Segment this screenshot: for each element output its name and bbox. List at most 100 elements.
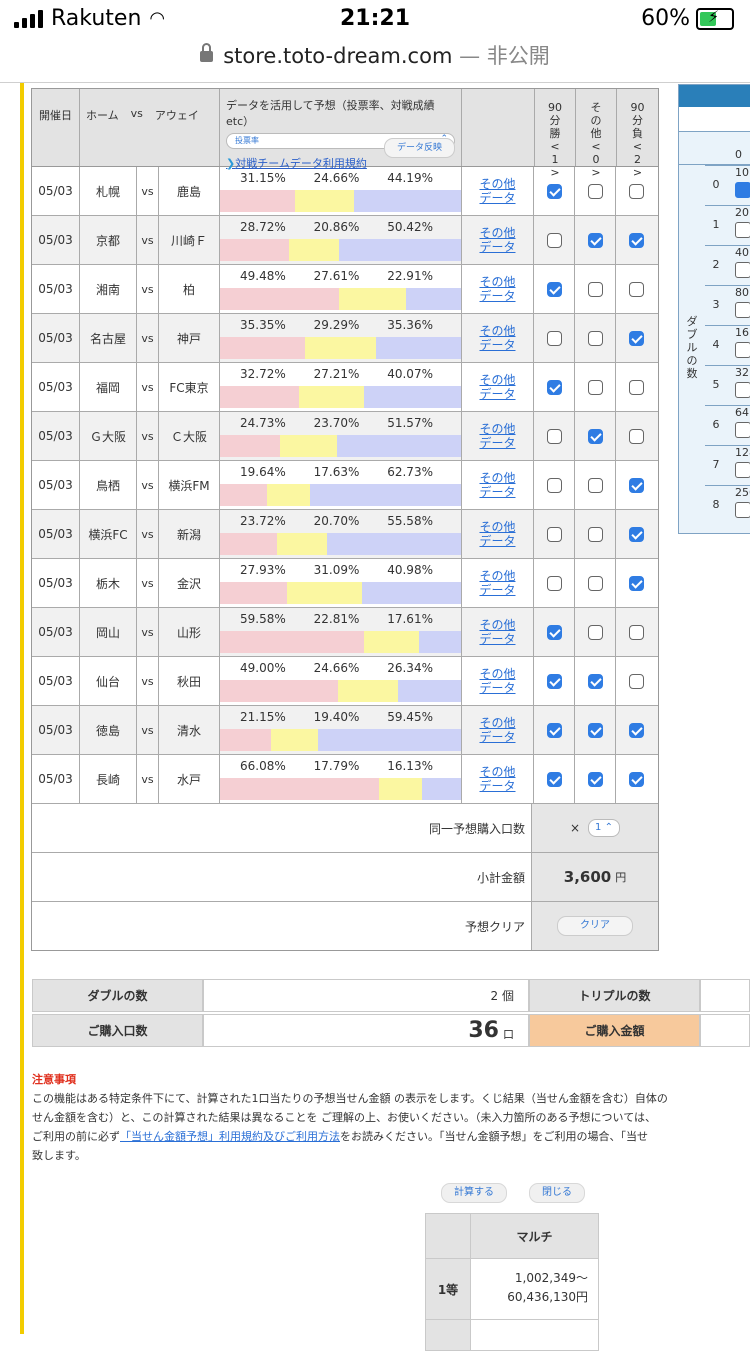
other-data-link[interactable]: その他データ — [462, 559, 534, 607]
url-bar[interactable]: store.toto-dream.com — 非公開 — [0, 40, 750, 70]
pick-other-cell — [575, 363, 616, 411]
pick-lose-cell — [616, 363, 657, 411]
vote-rate-bar — [220, 484, 461, 506]
pick-other-cell — [575, 265, 616, 313]
double-count-checkbox[interactable] — [735, 382, 750, 398]
pick-win-checkbox[interactable] — [546, 526, 562, 542]
pick-win-checkbox[interactable] — [546, 624, 562, 640]
pick-win-checkbox[interactable] — [546, 771, 562, 787]
pick-win-checkbox[interactable] — [546, 379, 562, 395]
pick-lose-checkbox[interactable] — [629, 330, 644, 346]
battery-icon: ⚡ — [696, 7, 734, 30]
pick-lose-checkbox[interactable] — [629, 575, 644, 591]
home-win-rate: 28.72% — [240, 220, 286, 234]
double-count-units: 32 — [735, 366, 749, 379]
pick-win-cell — [534, 265, 575, 313]
pick-win-checkbox[interactable] — [546, 281, 562, 297]
double-count-checkbox[interactable] — [735, 182, 750, 198]
double-count-units: 80 — [735, 286, 749, 299]
match-date: 05/03 — [32, 412, 80, 460]
double-count-checkbox[interactable] — [735, 422, 750, 438]
away-win-rate: 17.61% — [387, 612, 433, 626]
pick-other-checkbox[interactable] — [587, 428, 603, 444]
other-data-link[interactable]: その他データ — [462, 216, 534, 264]
other-data-link[interactable]: その他データ — [462, 265, 534, 313]
other-data-link[interactable]: その他データ — [462, 167, 534, 215]
pick-win-checkbox[interactable] — [546, 428, 562, 444]
pick-win-checkbox[interactable] — [546, 722, 562, 738]
close-button[interactable]: 閉じる — [529, 1183, 585, 1203]
away-win-rate: 59.45% — [387, 710, 433, 724]
subtotal-row: 小計金額 3,600 円 — [32, 853, 658, 902]
other-data-link[interactable]: その他データ — [462, 314, 534, 362]
double-count-checkbox[interactable] — [735, 222, 750, 238]
other-data-link[interactable]: その他データ — [462, 510, 534, 558]
pick-lose-checkbox[interactable] — [629, 477, 644, 493]
pick-win-checkbox[interactable] — [546, 477, 562, 493]
pick-other-checkbox[interactable] — [587, 330, 603, 346]
pick-other-checkbox[interactable] — [587, 477, 603, 493]
other-data-link[interactable]: その他データ — [462, 608, 534, 656]
double-count-checkbox[interactable] — [735, 462, 750, 478]
pick-lose-checkbox[interactable] — [629, 771, 644, 787]
pick-win-checkbox[interactable] — [546, 232, 562, 248]
pick-other-checkbox[interactable] — [587, 771, 603, 787]
subtotal-value: 3,600 円 — [532, 853, 658, 901]
double-count-checkbox[interactable] — [735, 502, 750, 518]
pick-win-cell — [534, 755, 575, 803]
away-team: 柏 — [159, 265, 220, 313]
vs-label: vs — [137, 608, 159, 656]
pick-other-checkbox[interactable] — [587, 232, 603, 248]
draw-rate-segment — [338, 680, 398, 702]
pick-win-checkbox[interactable] — [546, 575, 562, 591]
other-data-link[interactable]: その他データ — [462, 363, 534, 411]
pick-lose-checkbox[interactable] — [629, 183, 644, 199]
away-rate-segment — [422, 778, 461, 800]
home-win-rate: 66.08% — [240, 759, 286, 773]
pick-other-checkbox[interactable] — [587, 673, 603, 689]
units-select[interactable]: 1 ⌃ — [588, 819, 620, 837]
pick-lose-checkbox[interactable] — [629, 428, 644, 444]
other-data-link[interactable]: その他データ — [462, 412, 534, 460]
draw-rate: 22.81% — [313, 612, 360, 626]
pick-other-checkbox[interactable] — [587, 624, 603, 640]
pick-win-checkbox[interactable] — [546, 673, 562, 689]
calculate-button[interactable]: 計算する — [441, 1183, 507, 1203]
other-data-link[interactable]: その他データ — [462, 461, 534, 509]
terms-link[interactable]: 「当せん金額予想」利用規約及びご利用方法 — [120, 1130, 340, 1143]
pick-win-checkbox[interactable] — [546, 183, 562, 199]
pick-win-checkbox[interactable] — [546, 330, 562, 346]
match-row: 05/03 栃木 vs 金沢 27.93% 31.09% 40.98% その他データ — [32, 559, 658, 608]
pick-lose-checkbox[interactable] — [629, 673, 644, 689]
pick-win-cell — [534, 559, 575, 607]
pick-other-checkbox[interactable] — [587, 575, 603, 591]
url-suffix: — 非公開 — [459, 44, 550, 68]
clear-button[interactable]: クリア — [557, 916, 633, 936]
pick-lose-checkbox[interactable] — [629, 624, 644, 640]
pick-lose-checkbox[interactable] — [629, 526, 644, 542]
pick-other-checkbox[interactable] — [587, 183, 603, 199]
notes-text: ご利用の前に必ず — [32, 1130, 120, 1143]
triple-label: トリプルの数 — [529, 979, 700, 1012]
pick-other-checkbox[interactable] — [587, 281, 603, 297]
vs-label: vs — [137, 559, 159, 607]
pick-lose-cell — [616, 216, 657, 264]
match-row: 05/03 京都 vs 川崎Ｆ 28.72% 20.86% 50.42% その他データ — [32, 216, 658, 265]
pick-lose-checkbox[interactable] — [629, 379, 644, 395]
pick-other-checkbox[interactable] — [587, 379, 603, 395]
pick-other-checkbox[interactable] — [587, 526, 603, 542]
apply-data-button[interactable]: データ反映 — [383, 138, 455, 158]
pick-lose-checkbox[interactable] — [629, 722, 644, 738]
pick-lose-checkbox[interactable] — [629, 281, 644, 297]
double-count-checkbox[interactable] — [735, 342, 750, 358]
other-data-link[interactable]: その他データ — [462, 657, 534, 705]
double-count-checkbox[interactable] — [735, 262, 750, 278]
double-count-checkbox[interactable] — [735, 302, 750, 318]
other-data-link[interactable]: その他データ — [462, 706, 534, 754]
other-data-link[interactable]: その他データ — [462, 755, 534, 803]
pick-lose-checkbox[interactable] — [629, 232, 644, 248]
pick-other-checkbox[interactable] — [587, 722, 603, 738]
double-count-row: 0 10 — [705, 165, 750, 206]
header-teams: ホーム vs アウェイ — [80, 89, 220, 166]
home-rate-segment — [220, 729, 271, 751]
